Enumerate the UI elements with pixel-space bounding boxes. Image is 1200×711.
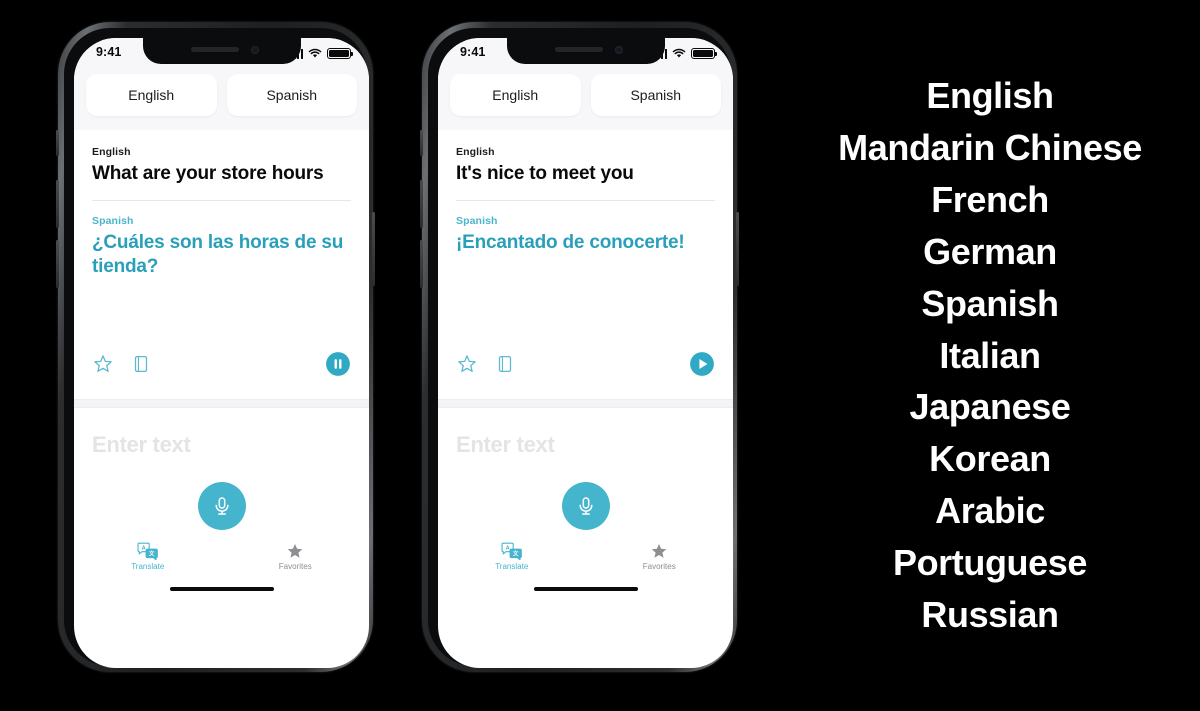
- language-list-item: English: [926, 75, 1054, 117]
- microphone-button[interactable]: [561, 482, 610, 530]
- language-list-item: Japanese: [909, 386, 1071, 428]
- translation-card: English It's nice to meet you Spanish ¡E…: [438, 130, 733, 399]
- language-list-item: Mandarin Chinese: [838, 127, 1142, 169]
- tab-favorites-label: Favorites: [642, 562, 676, 571]
- microphone-icon: [214, 497, 229, 515]
- pause-circle-icon[interactable]: [325, 351, 351, 377]
- star-outline-icon[interactable]: [456, 353, 478, 375]
- source-phrase-text: It's nice to meet you: [456, 163, 634, 184]
- target-language-label: Spanish: [92, 214, 134, 227]
- section-separator: [74, 399, 369, 408]
- language-selector-bar: English Spanish: [74, 68, 369, 130]
- power-button[interactable]: [372, 212, 375, 286]
- svg-text:A: A: [141, 545, 145, 551]
- presentation-stage: 9:41 English Spanish English What are yo…: [0, 0, 1200, 711]
- front-camera-icon: [250, 46, 259, 54]
- source-language-button[interactable]: English: [86, 74, 217, 116]
- status-time: 9:41: [96, 45, 122, 59]
- volume-up-button[interactable]: [56, 180, 59, 228]
- section-separator: [438, 399, 733, 408]
- language-list-item: Spanish: [921, 282, 1059, 324]
- mute-switch[interactable]: [56, 130, 59, 156]
- svg-text:文: 文: [149, 549, 155, 557]
- source-language-label: English: [92, 146, 131, 158]
- microphone-button[interactable]: [197, 482, 246, 530]
- microphone-icon: [578, 497, 593, 515]
- language-list-item: Italian: [939, 334, 1041, 376]
- phone-bezel: 9:41 English Spanish: [64, 28, 369, 668]
- notch: [506, 38, 665, 64]
- language-list-item: French: [931, 179, 1049, 221]
- star-filled-icon: [651, 543, 667, 558]
- source-phrase-text: What are your store hours: [92, 163, 324, 184]
- enter-text-placeholder[interactable]: Enter text: [92, 432, 191, 458]
- card-divider: [92, 199, 351, 201]
- svg-text:A: A: [505, 545, 509, 551]
- text-input-area: Enter text A 文 Translate Favorites: [74, 408, 369, 598]
- language-list-item: German: [923, 230, 1057, 272]
- language-list-item: Portuguese: [892, 541, 1088, 583]
- enter-text-placeholder[interactable]: Enter text: [456, 432, 555, 458]
- source-language-label: English: [456, 146, 495, 158]
- language-list-item: Korean: [929, 438, 1051, 480]
- language-list-item: Russian: [921, 593, 1059, 635]
- translate-icon: A 文: [501, 542, 522, 560]
- play-circle-icon[interactable]: [689, 351, 715, 377]
- card-action-row: [456, 351, 715, 377]
- target-language-button[interactable]: Spanish: [226, 74, 357, 116]
- phone-mockup-left: 9:41 English Spanish English What are yo…: [56, 22, 375, 672]
- battery-full-icon: [691, 48, 718, 59]
- phone-mockup-right: 9:41 English Spanish English It's nice t…: [420, 22, 739, 672]
- translation-card: English What are your store hours Spanis…: [74, 130, 369, 399]
- phone-screen-right: 9:41 English Spanish English It's nice t…: [438, 38, 733, 668]
- notch: [142, 38, 301, 64]
- tab-translate-label: Translate: [495, 562, 529, 571]
- home-indicator[interactable]: [169, 587, 274, 591]
- earpiece-speaker-icon: [554, 47, 603, 52]
- tab-favorites-label: Favorites: [278, 562, 312, 571]
- supported-languages-list: English Mandarin Chinese French German Spani…: [780, 0, 1200, 711]
- card-action-row: [92, 351, 351, 377]
- earpiece-speaker-icon: [190, 47, 239, 52]
- volume-down-button[interactable]: [420, 240, 423, 288]
- status-time: 9:41: [460, 45, 486, 59]
- phone-screen-left: 9:41 English Spanish English What are yo…: [74, 38, 369, 668]
- translate-icon: A 文: [137, 542, 158, 560]
- target-language-label: Spanish: [456, 214, 498, 227]
- star-filled-icon: [287, 543, 303, 558]
- source-language-button[interactable]: English: [450, 74, 581, 116]
- volume-down-button[interactable]: [56, 240, 59, 288]
- volume-up-button[interactable]: [420, 180, 423, 228]
- card-divider: [456, 199, 715, 201]
- battery-full-icon: [327, 48, 354, 59]
- translated-phrase-text: ¡Encantado de conocerte!: [456, 231, 685, 253]
- text-input-area: Enter text A 文 Translate Favorites: [438, 408, 733, 598]
- language-selector-bar: English Spanish: [438, 68, 733, 130]
- svg-text:文: 文: [513, 549, 519, 557]
- star-outline-icon[interactable]: [92, 353, 114, 375]
- front-camera-icon: [614, 46, 623, 54]
- dictionary-book-icon[interactable]: [130, 353, 152, 375]
- wifi-icon: [308, 48, 322, 58]
- wifi-icon: [672, 48, 686, 58]
- tab-translate-label: Translate: [131, 562, 165, 571]
- translated-phrase-text: ¿Cuáles son las horas de su tienda?: [92, 231, 344, 277]
- mute-switch[interactable]: [420, 130, 423, 156]
- phone-bezel: 9:41 English Spanish: [428, 28, 733, 668]
- language-list-item: Arabic: [935, 490, 1045, 532]
- dictionary-book-icon[interactable]: [494, 353, 516, 375]
- target-language-button[interactable]: Spanish: [590, 74, 721, 116]
- power-button[interactable]: [736, 212, 739, 286]
- home-indicator[interactable]: [533, 587, 638, 591]
